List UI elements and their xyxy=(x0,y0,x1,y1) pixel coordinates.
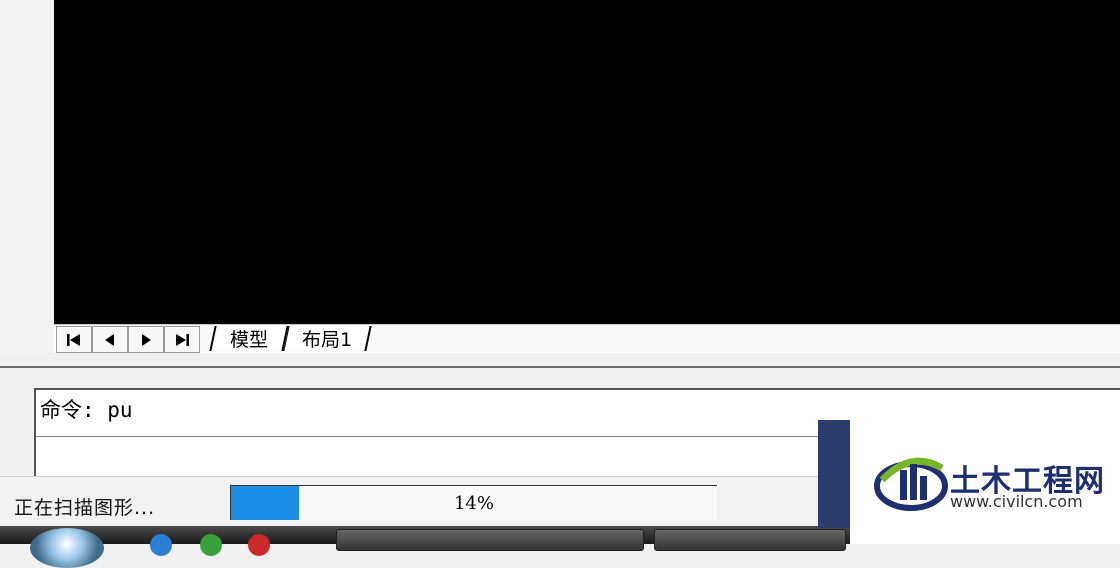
watermark: 土木工程网 www.civilcn.com xyxy=(850,420,1120,544)
civilcn-logo-icon xyxy=(874,457,948,511)
previous-icon xyxy=(105,333,114,346)
tab-model[interactable]: 模型 xyxy=(209,326,289,351)
tab-layout1[interactable]: 布局1 xyxy=(283,326,372,351)
left-panel xyxy=(0,0,54,366)
app-icon[interactable] xyxy=(200,534,222,556)
splitter-bar[interactable] xyxy=(0,353,1120,368)
status-text: 正在扫描图形... xyxy=(14,497,156,519)
first-icon xyxy=(67,333,80,346)
next-icon xyxy=(142,333,151,346)
progress-bar: 14% xyxy=(230,485,717,520)
command-line-text: 命令: pu xyxy=(40,398,133,422)
previous-tab-button[interactable] xyxy=(92,326,128,353)
last-icon xyxy=(176,333,189,346)
tab-model-label: 模型 xyxy=(229,329,268,351)
next-tab-button[interactable] xyxy=(128,326,164,353)
drawing-canvas[interactable] xyxy=(54,0,1120,324)
last-tab-button[interactable] xyxy=(164,326,200,353)
start-button[interactable] xyxy=(30,528,104,568)
tab-layout1-label: 布局1 xyxy=(301,329,353,351)
taskbar-window-button[interactable] xyxy=(654,529,846,551)
side-panel xyxy=(818,420,850,528)
watermark-url: www.civilcn.com xyxy=(950,492,1083,511)
taskbar-window-button[interactable] xyxy=(336,529,644,551)
layout-tab-bar: 模型 布局1 xyxy=(54,324,1120,354)
progress-label: 14% xyxy=(453,492,494,514)
browser-icon[interactable] xyxy=(150,534,172,556)
app-icon[interactable] xyxy=(248,534,270,556)
first-tab-button[interactable] xyxy=(56,326,92,353)
